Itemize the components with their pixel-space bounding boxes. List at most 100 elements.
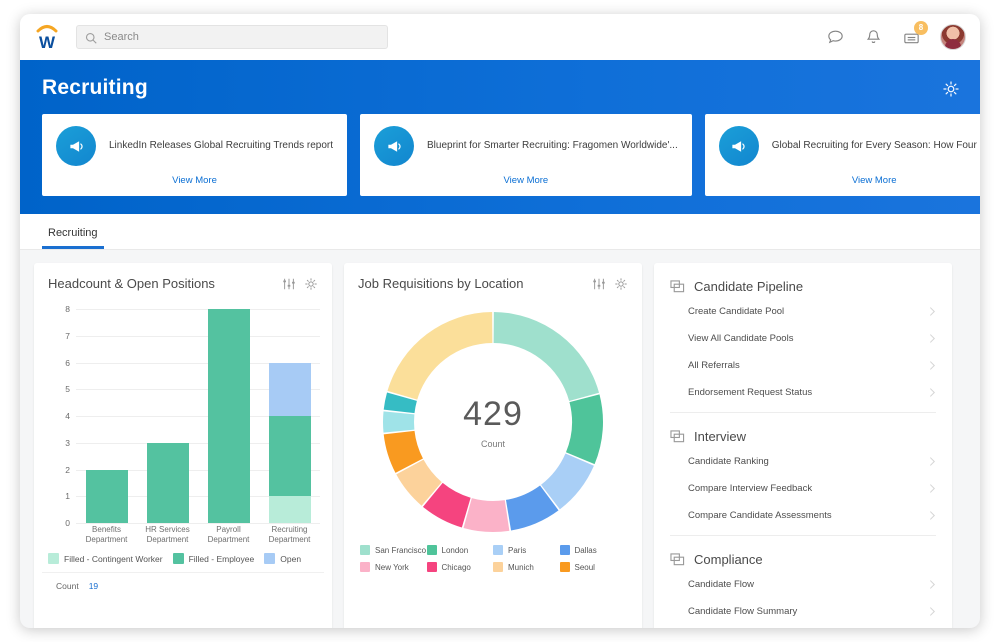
inbox-badge-count: 8 (914, 21, 928, 35)
legend-swatch (427, 562, 437, 572)
gear-icon[interactable] (942, 80, 960, 98)
y-axis-tick-label: 4 (65, 411, 70, 421)
legend-item[interactable]: Dallas (560, 545, 627, 555)
announcement-card[interactable]: LinkedIn Releases Global Recruiting Tren… (42, 114, 347, 196)
legend-item[interactable]: Chicago (427, 562, 494, 572)
bar-segment[interactable] (147, 443, 189, 523)
donut-segment[interactable] (566, 394, 603, 464)
tab-recruiting[interactable]: Recruiting (42, 227, 104, 249)
inbox-icon[interactable]: 8 (902, 28, 921, 47)
legend-swatch (173, 553, 184, 564)
chevron-right-icon (929, 333, 936, 344)
legend-item[interactable]: Filled - Employee (173, 553, 255, 564)
legend-label: New York (375, 563, 409, 572)
gear-icon[interactable] (304, 277, 318, 291)
chevron-right-icon (929, 360, 936, 371)
x-axis-tick-label: HR ServicesDepartment (137, 525, 198, 549)
legend-swatch (560, 545, 570, 555)
quick-links-panel: Candidate PipelineCreate Candidate PoolV… (654, 263, 952, 628)
legend-item[interactable]: New York (360, 562, 427, 572)
megaphone-icon (719, 126, 759, 166)
list-item-label: All Referrals (688, 360, 740, 371)
y-axis-tick-label: 6 (65, 358, 70, 368)
svg-text:W: W (39, 33, 56, 52)
notifications-bell-icon[interactable] (864, 28, 883, 47)
donut-segment[interactable] (464, 498, 510, 532)
bar-segment[interactable] (269, 363, 311, 417)
legend-swatch (360, 562, 370, 572)
legend-swatch (493, 545, 503, 555)
bar-column[interactable] (198, 309, 259, 523)
legend-item[interactable]: Filled - Contingent Worker (48, 553, 163, 564)
chevron-right-icon (929, 456, 936, 467)
bar-segment[interactable] (208, 309, 250, 523)
bar-segment[interactable] (86, 470, 128, 524)
y-axis-tick-label: 5 (65, 384, 70, 394)
bar-column[interactable] (137, 309, 198, 523)
chat-icon[interactable] (826, 28, 845, 47)
bar-chart-total: Count 19 (42, 572, 324, 591)
legend-swatch (493, 562, 503, 572)
announcement-title: Global Recruiting for Every Season: How … (772, 139, 980, 153)
list-item-label: Create Candidate Pool (688, 306, 784, 317)
announcement-card[interactable]: Blueprint for Smarter Recruiting: Fragom… (360, 114, 692, 196)
donut-segment[interactable] (494, 312, 599, 401)
legend-item[interactable]: London (427, 545, 494, 555)
announcement-title: Blueprint for Smarter Recruiting: Fragom… (427, 139, 678, 153)
count-value[interactable]: 19 (89, 581, 98, 591)
bar-chart-legend: Filled - Contingent Worker Filled - Emplo… (34, 549, 332, 564)
y-axis-tick-label: 2 (65, 465, 70, 475)
search-icon (85, 31, 97, 43)
bar-column[interactable] (76, 309, 137, 523)
page-title: Recruiting (42, 76, 958, 100)
legend-item[interactable]: Seoul (560, 562, 627, 572)
legend-item[interactable]: Munich (493, 562, 560, 572)
list-item[interactable]: Compare Candidate Assessments (654, 502, 952, 529)
legend-label: London (442, 546, 469, 555)
donut-segment[interactable] (383, 411, 414, 432)
list-item[interactable]: Endorsement Request Status (654, 379, 952, 406)
donut-chart-legend: San Francisco London Paris Dallas New York Ch… (344, 535, 642, 572)
section-title: Interview (694, 429, 746, 444)
legend-item[interactable]: San Francisco (360, 545, 427, 555)
filter-sliders-icon[interactable] (592, 277, 606, 291)
widget-header: Job Requisitions by Location (344, 263, 642, 295)
widget-headcount-open-positions: Headcount & Open Positions (34, 263, 332, 628)
gear-icon[interactable] (614, 277, 628, 291)
list-item[interactable]: Create Candidate Pool (654, 298, 952, 325)
legend-swatch (264, 553, 275, 564)
view-more-link[interactable]: View More (56, 175, 333, 186)
top-navigation-bar: W Search (20, 14, 980, 60)
section-header: Compliance (654, 536, 952, 571)
x-axis-tick-label: BenefitsDepartment (76, 525, 137, 549)
list-item[interactable]: Compare Interview Feedback (654, 475, 952, 502)
legend-label: Chicago (442, 563, 471, 572)
legend-label: Dallas (575, 546, 597, 555)
list-item[interactable]: Candidate Flow (654, 571, 952, 598)
view-more-link[interactable]: View More (719, 175, 980, 186)
list-item[interactable]: All Referrals (654, 352, 952, 379)
workday-logo[interactable]: W (30, 20, 64, 54)
avatar[interactable] (940, 24, 966, 50)
chevron-right-icon (929, 579, 936, 590)
legend-label: Filled - Employee (189, 554, 255, 564)
announcement-cards: LinkedIn Releases Global Recruiting Tren… (42, 114, 958, 196)
chevron-right-icon (929, 483, 936, 494)
list-item-label: Candidate Flow Summary (688, 606, 797, 617)
list-item[interactable]: Candidate Flow Summary (654, 598, 952, 625)
donut-segment[interactable] (388, 312, 493, 400)
filter-sliders-icon[interactable] (282, 277, 296, 291)
list-item[interactable]: Candidate Ranking (654, 448, 952, 475)
widget-job-requisitions-by-location: Job Requisitions by Location (344, 263, 642, 628)
search-input[interactable]: Search (76, 25, 388, 49)
legend-item[interactable]: Open (264, 553, 301, 564)
legend-item[interactable]: Paris (493, 545, 560, 555)
bar-segment[interactable] (269, 496, 311, 523)
y-axis-tick-label: 7 (65, 331, 70, 341)
announcement-card[interactable]: Global Recruiting for Every Season: How … (705, 114, 980, 196)
bar-chart: 012345678 BenefitsDepartmentHR ServicesD… (42, 303, 326, 549)
list-item[interactable]: View All Candidate Pools (654, 325, 952, 352)
bar-column[interactable] (259, 309, 320, 523)
view-more-link[interactable]: View More (374, 175, 678, 186)
bar-segment[interactable] (269, 416, 311, 496)
